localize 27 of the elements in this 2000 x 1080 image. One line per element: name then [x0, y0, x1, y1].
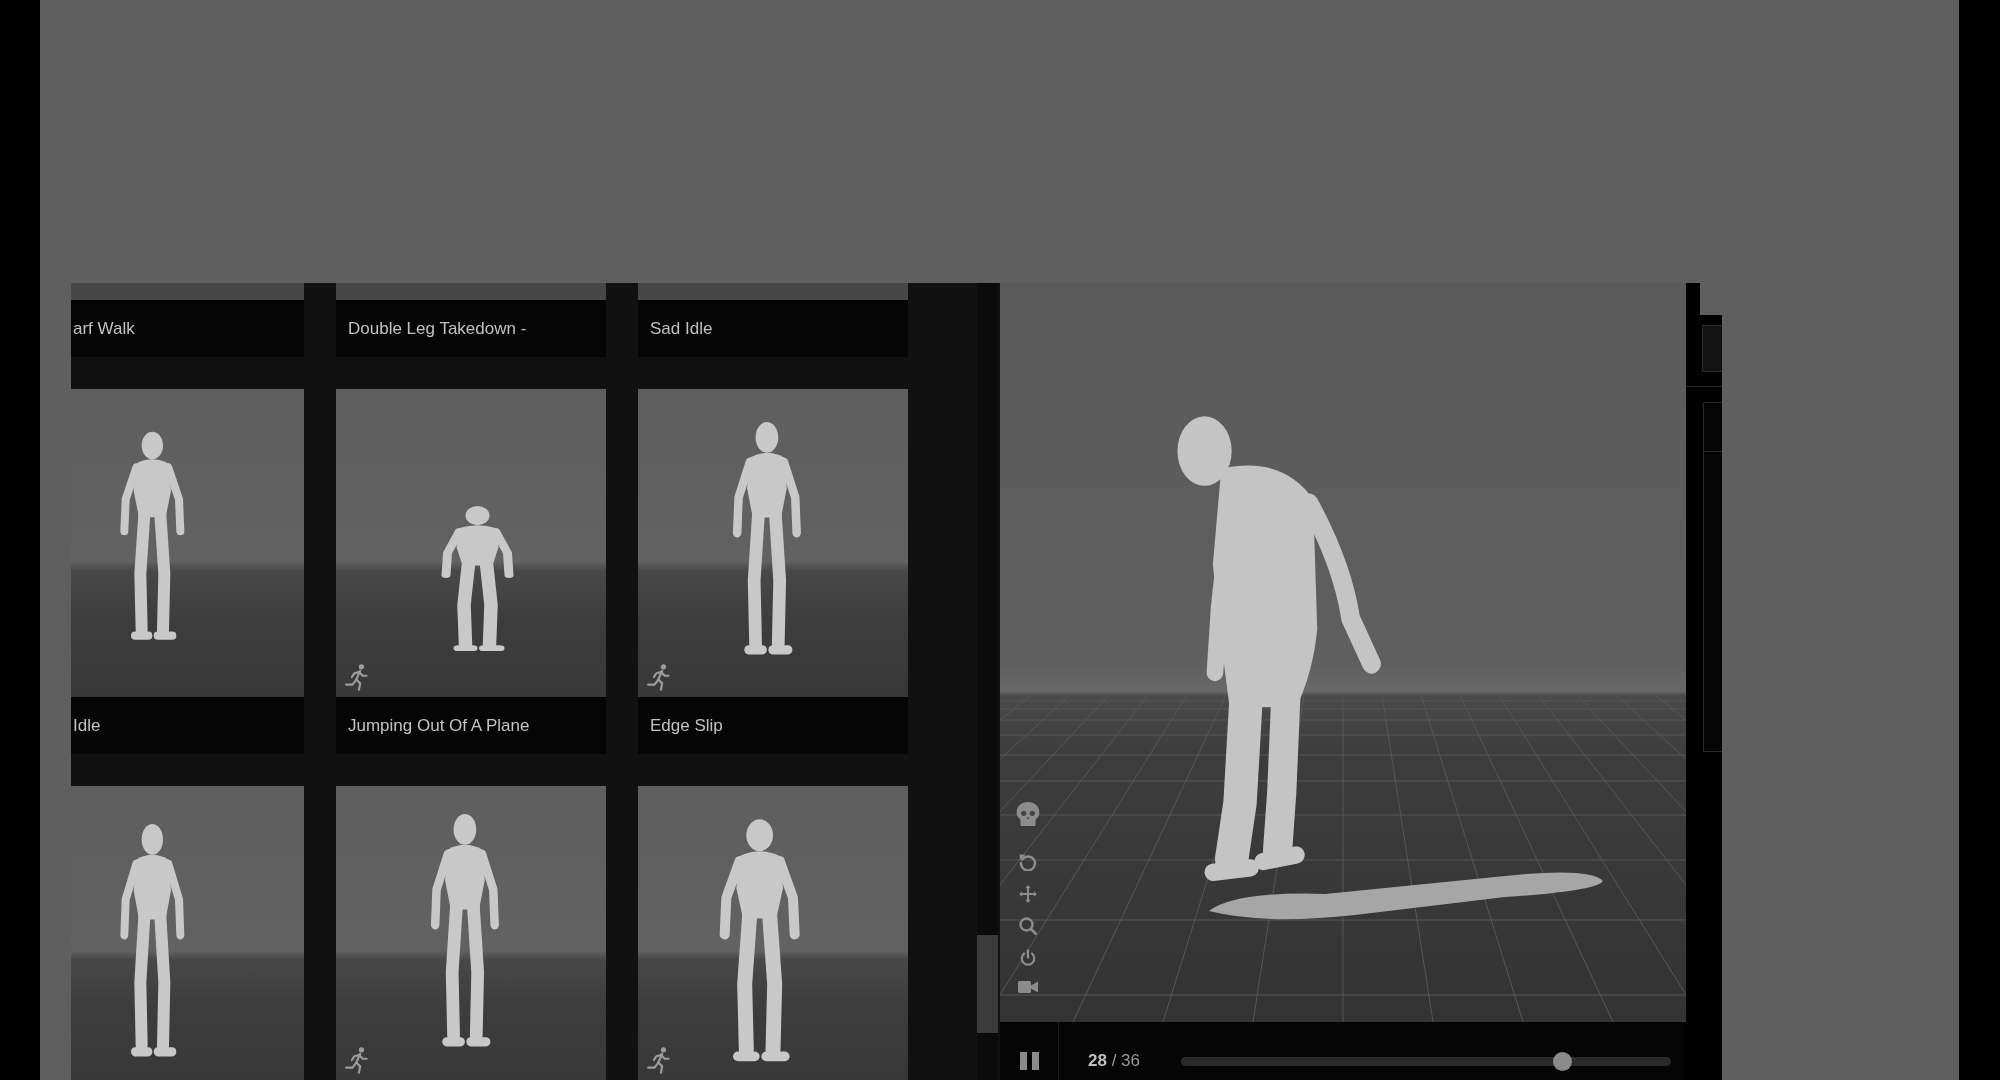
slider-thumb[interactable] [1553, 1052, 1573, 1071]
scrollbar-track[interactable] [977, 283, 998, 1080]
scene-viewport[interactable] [1000, 283, 1686, 1022]
animation-thumbnail[interactable] [336, 786, 606, 1080]
animation-thumbnail[interactable] [638, 786, 908, 1080]
animation-title: Double Leg Takedown - [336, 300, 606, 357]
animation-thumbnail[interactable] [638, 283, 908, 300]
move-icon[interactable] [1019, 885, 1037, 903]
animation-thumbnail[interactable] [638, 389, 908, 697]
rotate-icon[interactable] [1019, 853, 1037, 871]
animation-title: Sad Idle [638, 300, 908, 357]
animation-thumbnail[interactable] [71, 389, 304, 697]
animation-title: Jumping Out Of A Plane [336, 697, 606, 754]
animation-thumbnail[interactable] [336, 283, 606, 300]
video-camera-icon[interactable] [1018, 981, 1038, 993]
skull-icon[interactable] [1016, 802, 1040, 826]
animation-thumbnail[interactable] [71, 786, 304, 1080]
frame-counter: 28 / 36 [1088, 1051, 1140, 1071]
timeline-slider[interactable] [1181, 1052, 1671, 1071]
scrollbar-thumb[interactable] [977, 935, 998, 1033]
animation-title: arf Walk [71, 300, 304, 357]
animation-title: Edge Slip [638, 697, 908, 754]
animation-thumbnail[interactable] [336, 389, 606, 697]
search-icon[interactable] [1019, 917, 1037, 935]
animation-title: Idle [71, 697, 304, 754]
power-icon[interactable] [1019, 949, 1037, 967]
animation-thumbnail[interactable] [71, 283, 304, 300]
